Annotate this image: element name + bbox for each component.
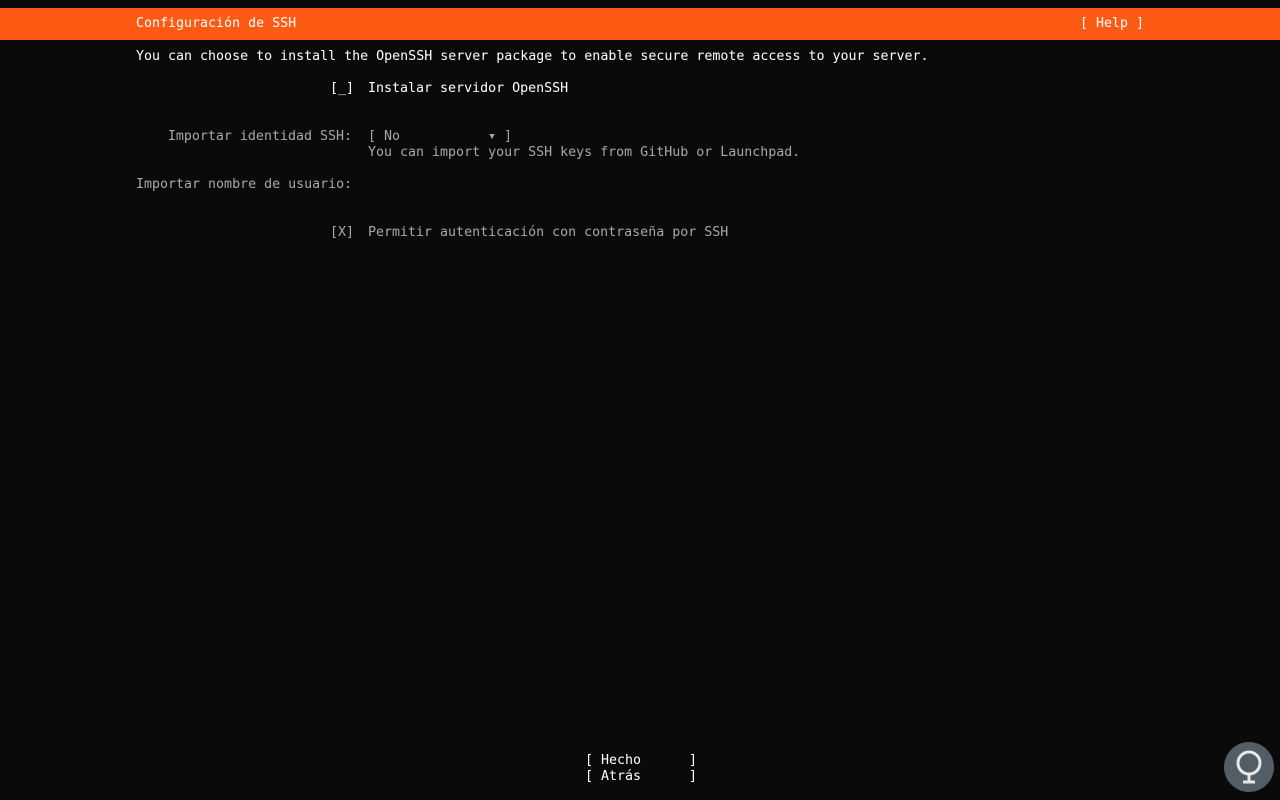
import-username-input[interactable]	[368, 177, 768, 193]
password-auth-checkbox[interactable]: [X]	[330, 225, 354, 241]
watermark-logo	[1224, 742, 1274, 792]
intro-text: You can choose to install the OpenSSH se…	[136, 49, 929, 64]
import-identity-select[interactable]: [ No ▾ ]	[368, 129, 512, 145]
done-button[interactable]: [ Hecho]	[585, 753, 697, 769]
select-open-bracket: [	[368, 129, 385, 144]
back-button-label: Atrás	[601, 769, 642, 784]
import-identity-help: You can import your SSH keys from GitHub…	[368, 145, 801, 160]
install-openssh-checkbox[interactable]: [_]	[330, 81, 354, 97]
select-close-bracket: ]	[496, 129, 513, 144]
page-title: Configuración de SSH	[136, 16, 297, 31]
done-button-label: Hecho	[601, 753, 642, 768]
installer-screen: Configuración de SSH [ Help ] You can ch…	[0, 0, 1280, 800]
chevron-down-icon: ▾	[488, 129, 497, 144]
watermark-icon	[1236, 750, 1262, 784]
help-button[interactable]: [ Help ]	[1080, 16, 1144, 32]
password-auth-label[interactable]: Permitir autenticación con contraseña po…	[368, 225, 728, 241]
header-bar: Configuración de SSH [ Help ]	[0, 8, 1280, 40]
import-identity-label: Importar identidad SSH:	[167, 129, 352, 144]
back-button[interactable]: [ Atrás]	[585, 769, 697, 785]
import-identity-value: No	[384, 129, 401, 144]
install-openssh-label[interactable]: Instalar servidor OpenSSH	[368, 81, 568, 97]
import-username-label: Importar nombre de usuario:	[136, 177, 353, 192]
